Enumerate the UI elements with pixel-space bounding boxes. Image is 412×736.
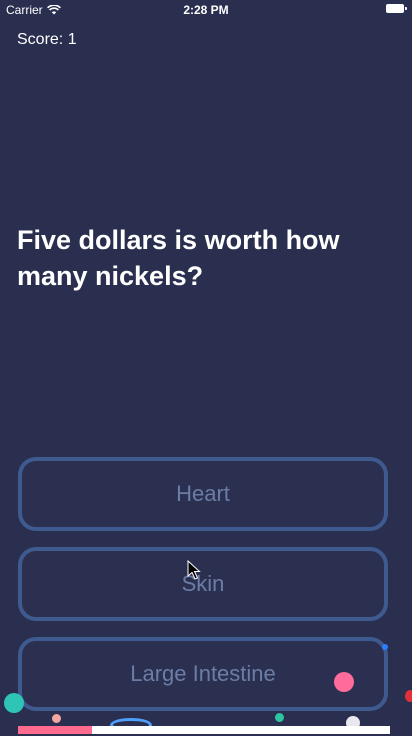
question-text: Five dollars is worth how many nickels? <box>17 225 340 291</box>
confetti-dot <box>382 644 388 650</box>
answer-button-1[interactable]: Heart <box>18 457 388 531</box>
progress-bar-fill <box>18 726 93 734</box>
progress-bar <box>18 726 390 734</box>
confetti-dot <box>275 713 284 722</box>
status-time: 2:28 PM <box>183 3 229 17</box>
answer-button-2[interactable]: Skin <box>18 547 388 621</box>
confetti-dot <box>4 693 24 713</box>
score-label: Score: 1 <box>17 31 77 48</box>
status-bar: Carrier 2:28 PM <box>0 0 412 20</box>
mouse-cursor-icon <box>187 560 201 580</box>
battery-icon <box>386 4 407 13</box>
confetti-dot <box>405 690 412 702</box>
confetti-dot <box>334 672 354 692</box>
answer-button-3[interactable]: Large Intestine <box>18 637 388 711</box>
confetti-dot <box>52 714 61 723</box>
